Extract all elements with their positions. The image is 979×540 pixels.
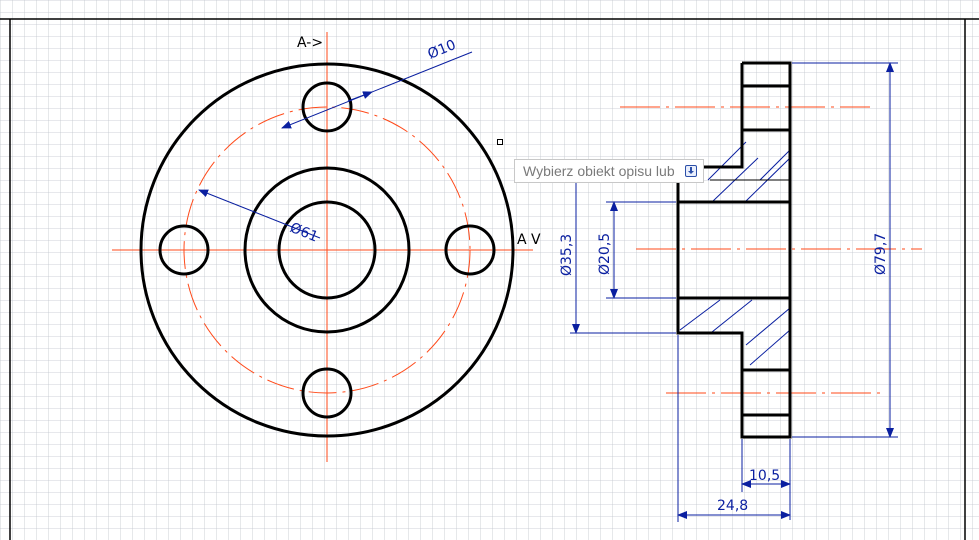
- drawing-canvas[interactable]: A-> A V Ø10 Ø61 Ø79,7 Ø35,3 Ø20,5 10,5 2…: [0, 0, 979, 540]
- section-mark-right: A V: [517, 232, 541, 248]
- expand-down-icon[interactable]: [684, 165, 697, 177]
- dim-bore-diameter-text: Ø20,5: [597, 233, 613, 275]
- command-prompt-tooltip: Wybierz obiekt opisu lub: [514, 159, 704, 183]
- dim-total-length-text: 24,8: [717, 498, 748, 514]
- grid-background: [0, 0, 979, 540]
- dim-hub-diameter-text: Ø35,3: [559, 234, 575, 276]
- section-mark-top: A->: [297, 35, 323, 51]
- dim-outer-diameter-text: Ø79,7: [873, 233, 889, 275]
- snap-point-marker[interactable]: [497, 139, 503, 145]
- tooltip-text: Wybierz obiekt opisu lub: [523, 163, 675, 179]
- dim-flange-thickness-text: 10,5: [749, 468, 780, 484]
